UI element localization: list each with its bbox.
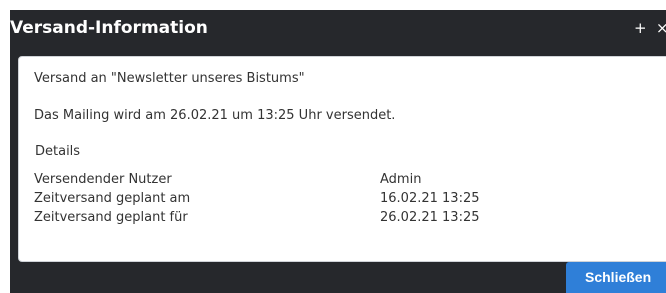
row-value: 26.02.21 13:25 xyxy=(380,210,480,225)
dialog-titlebar: Versand-Information + × xyxy=(10,10,666,50)
maximize-icon[interactable]: + xyxy=(634,19,647,37)
shipping-info-dialog: Versand-Information + × Versand an "News… xyxy=(10,10,666,293)
recipient-line: Versand an "Newsletter unseres Bistums" xyxy=(34,71,305,86)
dialog-content: Versand an "Newsletter unseres Bistums" … xyxy=(18,56,666,262)
row-value: 16.02.21 13:25 xyxy=(380,191,480,206)
close-icon[interactable]: × xyxy=(656,19,666,37)
row-value: Admin xyxy=(380,172,422,187)
row-label: Versendender Nutzer xyxy=(34,172,172,187)
details-heading: Details xyxy=(35,144,81,159)
dialog-title: Versand-Information xyxy=(10,18,208,38)
schedule-line: Das Mailing wird am 26.02.21 um 13:25 Uh… xyxy=(34,108,396,123)
close-button[interactable]: Schließen xyxy=(566,262,666,293)
row-label: Zeitversand geplant am xyxy=(34,191,191,206)
row-label: Zeitversand geplant für xyxy=(34,210,188,225)
